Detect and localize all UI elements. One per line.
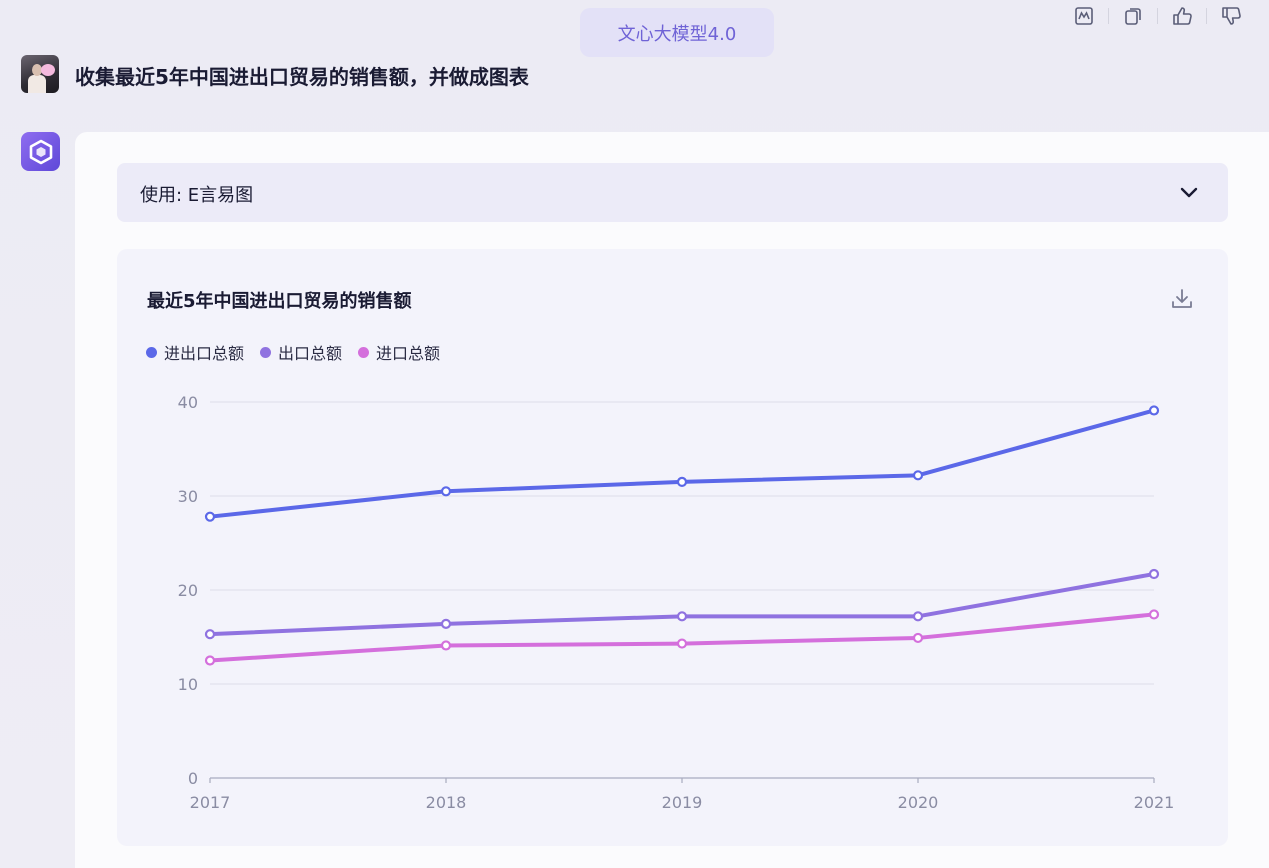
- series-line: [208, 572, 1156, 637]
- data-point: [204, 629, 216, 640]
- data-point: [204, 511, 216, 522]
- x-tick-label: 2021: [1134, 793, 1175, 812]
- series-line: [208, 408, 1156, 519]
- y-tick-label: 20: [178, 581, 198, 600]
- x-tick-label: 2017: [190, 793, 231, 812]
- line-chart: 0 10 20 30 40 2017 2018 2019 2020 2021: [178, 393, 1175, 812]
- y-tick-label: 40: [178, 393, 198, 412]
- y-tick-label: 0: [188, 769, 198, 788]
- data-point: [440, 618, 452, 629]
- data-point: [676, 611, 688, 622]
- y-tick-label: 30: [178, 487, 198, 506]
- data-point: [912, 632, 924, 644]
- y-tick-label: 10: [178, 675, 198, 694]
- data-point: [204, 655, 216, 666]
- data-point: [912, 470, 924, 481]
- x-tick-label: 2019: [662, 793, 703, 812]
- data-point: [440, 640, 452, 651]
- x-tick-label: 2018: [426, 793, 467, 812]
- x-tick-label: 2020: [898, 793, 939, 812]
- data-point: [1148, 568, 1160, 580]
- data-point: [676, 476, 688, 487]
- data-point: [1148, 405, 1160, 416]
- data-point: [1148, 609, 1160, 620]
- data-point: [676, 638, 688, 649]
- data-point: [440, 486, 452, 497]
- data-point: [912, 611, 924, 622]
